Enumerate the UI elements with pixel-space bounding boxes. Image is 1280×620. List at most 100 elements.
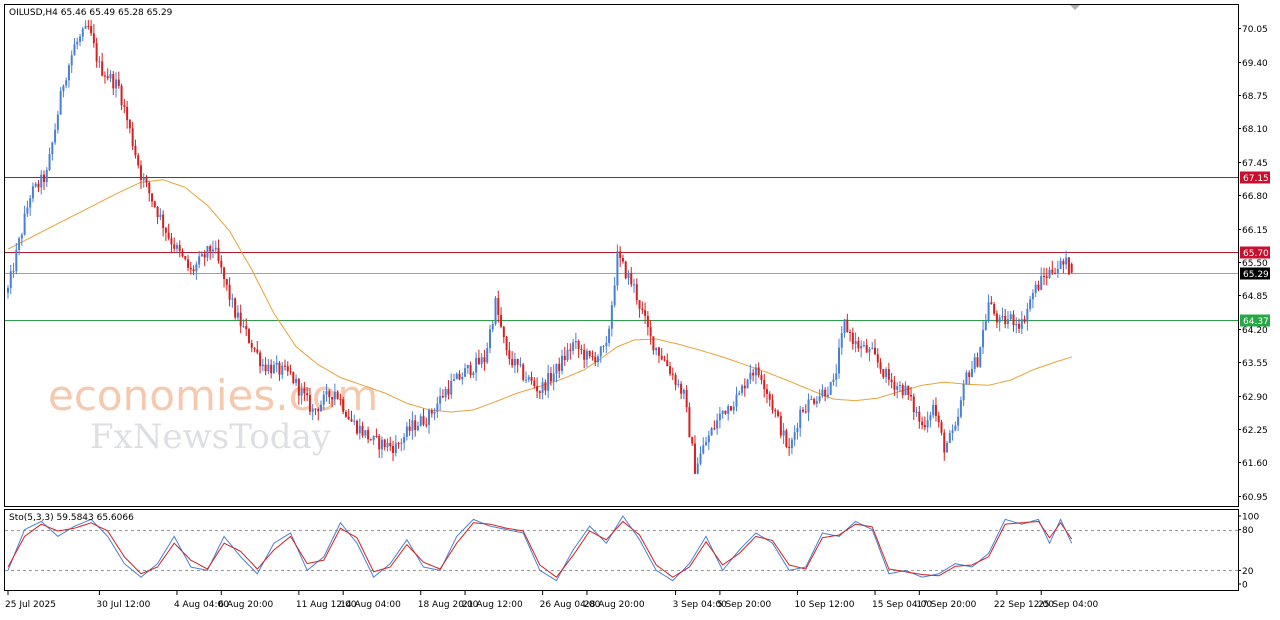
candle-bear (685, 390, 688, 408)
candle-bear (162, 214, 165, 228)
candle-bull (1031, 293, 1034, 300)
price-tick-label: 69.40 (1242, 59, 1268, 69)
candle-bull (633, 284, 636, 286)
candle-bull (561, 355, 563, 371)
candle-bear (167, 232, 170, 239)
candle-bear (170, 238, 173, 245)
candle-bear (375, 436, 378, 438)
candle-bull (29, 198, 32, 208)
price-tick-label: 62.90 (1242, 393, 1268, 403)
candle-bull (475, 357, 478, 373)
candle-bull (206, 246, 209, 258)
candle-bear (250, 342, 253, 348)
candle-bear (497, 298, 500, 315)
candle-bear (192, 269, 195, 272)
candle-bull (868, 348, 871, 353)
candle-bear (874, 347, 877, 355)
candle-bear (339, 398, 342, 400)
candle-bear (652, 336, 655, 351)
candle-bull (73, 44, 76, 56)
time-tick-label: 14 Aug 04:00 (340, 600, 401, 610)
candle-bull (159, 214, 162, 218)
candle-bear (43, 174, 46, 182)
candle-bear (126, 106, 129, 121)
candle-bear (765, 389, 768, 394)
candle-bear (533, 380, 536, 387)
candle-bull (982, 329, 985, 348)
time-tick-label: 6 Aug 20:00 (218, 600, 273, 610)
candle-bull (605, 342, 608, 346)
candle-bear (344, 411, 347, 417)
candle-bull (838, 347, 840, 374)
candle-bull (696, 463, 699, 474)
candle-bull (527, 377, 530, 380)
level-label-0: 67.15 (1243, 174, 1269, 184)
level-label-3: 64.37 (1243, 317, 1269, 327)
candle-bull (602, 345, 605, 347)
candle-bear (228, 284, 231, 300)
time-tick-label: 28 Aug 20:00 (584, 600, 645, 610)
candle-bull (572, 342, 575, 351)
candle-bear (90, 26, 93, 34)
candle-bear (674, 374, 677, 385)
candle-bull (954, 425, 957, 431)
candle-bull (65, 80, 68, 86)
candle-bull (486, 348, 489, 363)
candle-bull (871, 347, 874, 349)
candle-bull (31, 186, 34, 199)
candle-bull (320, 404, 323, 412)
candle-bull (98, 61, 101, 63)
candle-bear (223, 267, 226, 280)
candle-bear (369, 439, 372, 441)
candle-bull (885, 369, 888, 378)
candle-bull (491, 323, 494, 330)
candle-bull (566, 349, 569, 360)
candle-bull (702, 445, 705, 454)
candle-bull (23, 213, 26, 235)
candle-bull (372, 436, 375, 441)
candle-bear (760, 375, 763, 381)
candle-bull (860, 345, 863, 349)
candle-bear (619, 251, 622, 259)
candle-bear (331, 397, 334, 400)
candle-bear (259, 352, 262, 367)
price-tick-label: 67.45 (1242, 159, 1268, 169)
stochastic-tick-label: 0 (1242, 581, 1248, 591)
candle-bull (12, 271, 15, 273)
candle-bear (563, 355, 566, 360)
candle-bear (297, 378, 300, 396)
candle-bear (256, 349, 259, 353)
candle-bear (164, 227, 167, 233)
level-label-2: 65.29 (1243, 270, 1269, 280)
candle-bear (887, 369, 890, 380)
candle-bear (918, 411, 921, 422)
candle-bear (264, 364, 267, 372)
candle-bull (400, 442, 403, 444)
candle-bear (101, 61, 104, 76)
candle-bear (594, 356, 597, 363)
candle-bear (153, 201, 156, 207)
candle-bull (295, 378, 298, 383)
candle-bull (854, 341, 857, 345)
candle-bull (231, 298, 234, 300)
candle-bull (998, 317, 1001, 323)
candle-bear (173, 244, 176, 249)
candle-bear (92, 33, 95, 44)
candle-bull (735, 394, 738, 407)
candle-bear (289, 371, 292, 373)
candle-bull (585, 350, 588, 360)
candle-bull (175, 245, 178, 249)
candle-bull (513, 358, 516, 366)
candle-bear (688, 407, 691, 438)
candle-bull (300, 388, 303, 396)
candle-bear (137, 155, 140, 166)
chart-canvas: economies.com FxNewsToday 70.0569.4068.7… (0, 0, 1280, 616)
candle-bull (1056, 268, 1059, 274)
candle-bear (1062, 260, 1065, 265)
candle-bear (128, 120, 131, 129)
candle-bull (682, 390, 685, 394)
candle-bear (882, 369, 885, 378)
candle-bear (217, 247, 220, 261)
candle-bear (1051, 269, 1054, 273)
candle-bull (54, 129, 57, 143)
